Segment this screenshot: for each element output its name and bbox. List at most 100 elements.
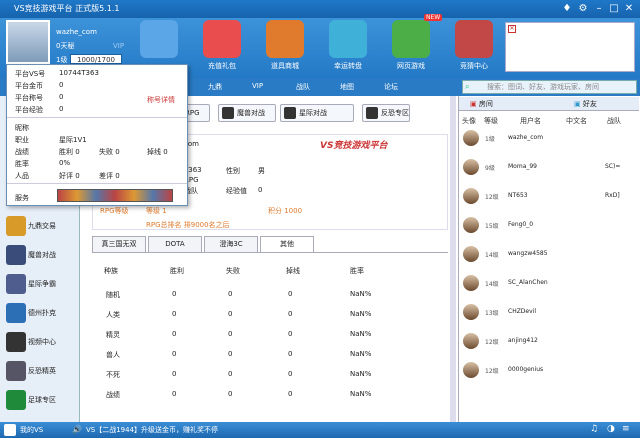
minimize-icon[interactable]: –: [592, 2, 606, 16]
nav-item-2[interactable]: 战队: [296, 82, 310, 92]
sub-tab-2[interactable]: 澄海3C: [204, 236, 258, 252]
vip-badge[interactable]: VIP: [113, 42, 124, 50]
left-menu-item-3[interactable]: 德州扑克: [0, 299, 80, 327]
music-icon[interactable]: ♫: [590, 424, 598, 434]
table-header-2: 失败: [226, 267, 240, 275]
tab-friends-label: 好友: [582, 100, 597, 108]
table-header-1: 胜利: [170, 267, 184, 275]
stats-label: 战绩: [15, 148, 29, 156]
table-cell: 战绩: [106, 391, 120, 399]
sub-tab-0[interactable]: 真三国无双: [92, 236, 146, 252]
popup-value-0: 10744T363: [59, 69, 99, 77]
left-menu-item-2[interactable]: 星际争霸: [0, 270, 80, 298]
menu-icon[interactable]: ≡: [622, 424, 630, 434]
toolbar-label-1: 充值礼包: [208, 62, 236, 70]
user-name[interactable]: wangzw4585: [508, 250, 548, 257]
table-cell: 0: [288, 370, 293, 378]
scrollbar[interactable]: [450, 96, 456, 422]
divider: [7, 183, 187, 184]
winrate-value: 0%: [59, 159, 71, 167]
left-menu-item-4[interactable]: 视频中心: [0, 328, 80, 356]
tab-room[interactable]: ▣ 房间: [470, 97, 493, 111]
user-name[interactable]: CHZDevil: [508, 308, 536, 315]
nav-item-0[interactable]: 九鼎: [208, 82, 222, 92]
search-input[interactable]: 搜索：图词、好友、游戏玩家、房间: [462, 80, 637, 94]
gold-count: 0天秘: [56, 42, 75, 50]
nav-item-3[interactable]: 地图: [340, 82, 354, 92]
win-count: 胜利 0: [59, 148, 80, 156]
user-name[interactable]: SC_AlanChen: [508, 279, 548, 286]
toolbar-label-4: 网页游戏: [397, 62, 425, 70]
close-icon[interactable]: ✕: [508, 25, 516, 33]
toolbar-item-2[interactable]: 道具商城: [256, 20, 314, 72]
toolbar-icon-2: [266, 20, 304, 58]
game-tab-1[interactable]: 魔兽对战: [218, 104, 276, 122]
left-menu-item-5[interactable]: 反恐精英: [0, 357, 80, 385]
table-cell: 0: [228, 310, 233, 318]
user-avatar[interactable]: [463, 362, 479, 378]
nav-item-4[interactable]: 论坛: [384, 82, 398, 92]
user-level: 12级: [485, 368, 499, 375]
user-avatar[interactable]: [463, 304, 479, 320]
table-cell: 0: [172, 350, 177, 358]
restore-icon[interactable]: □: [607, 2, 621, 16]
table-cell: 兽人: [106, 351, 120, 359]
user-avatar[interactable]: [463, 130, 479, 146]
user-icon[interactable]: ♦: [560, 2, 574, 16]
user-avatar[interactable]: [463, 217, 479, 233]
close-icon[interactable]: ✕: [622, 2, 636, 16]
rep-label: 人品: [15, 172, 29, 180]
winrate-label: 胜率: [15, 160, 29, 168]
popup-key-1: 平台金币: [15, 82, 43, 90]
tab-friends[interactable]: ▣ 好友: [574, 97, 597, 111]
toolbar-item-3[interactable]: 幸运转盘: [319, 20, 377, 72]
user-level: 1级: [485, 136, 495, 143]
sub-tab-1[interactable]: DOTA: [148, 236, 202, 252]
user-team: RxD]: [605, 192, 620, 199]
user-avatar[interactable]: [463, 159, 479, 175]
sound-icon[interactable]: ◑: [607, 424, 615, 434]
service-icons[interactable]: [57, 189, 173, 202]
my-vs-link[interactable]: 我的VS: [20, 425, 43, 435]
left-menu-item-6[interactable]: 足球专区: [0, 386, 80, 414]
table-cell: 0: [288, 350, 293, 358]
user-avatar[interactable]: [463, 246, 479, 262]
user-name[interactable]: Moma_99: [508, 163, 537, 170]
gear-icon[interactable]: ⚙: [576, 2, 590, 16]
table-cell: NaN%: [350, 330, 372, 338]
left-menu-label-0: 九鼎交易: [28, 222, 56, 230]
game-tab-2[interactable]: 星际对战: [280, 104, 354, 122]
sub-tab-3[interactable]: 其他: [260, 236, 314, 252]
speaker-icon: 🔊: [72, 425, 82, 434]
user-name[interactable]: 0000genius: [508, 366, 543, 373]
user-avatar[interactable]: [463, 188, 479, 204]
left-menu-label-4: 视频中心: [28, 338, 56, 346]
user-name[interactable]: wazhe_com: [508, 134, 543, 141]
user-name[interactable]: Feng0_0: [508, 221, 533, 228]
vs-home-icon[interactable]: [4, 424, 16, 436]
user-avatar[interactable]: [463, 333, 479, 349]
nav-item-1[interactable]: VIP: [252, 82, 263, 90]
toolbar-icon-5: [455, 20, 493, 58]
toolbar-item-5[interactable]: 竞猜中心: [445, 20, 503, 72]
user-name[interactable]: anjing412: [508, 337, 538, 344]
table-cell: NaN%: [350, 290, 372, 298]
game-tab-label-1: 魔兽对战: [237, 109, 265, 117]
title-detail-link[interactable]: 称号详情: [147, 95, 175, 105]
left-menu-item-1[interactable]: 魔兽对战: [0, 241, 80, 269]
table-cell: 0: [172, 330, 177, 338]
user-avatar[interactable]: [463, 275, 479, 291]
toolbar-item-4[interactable]: 网页游戏: [382, 20, 440, 72]
game-tab-3[interactable]: 反恐专区: [362, 104, 410, 122]
avatar[interactable]: [6, 20, 50, 64]
left-menu-item-0[interactable]: 九鼎交易: [0, 212, 80, 240]
flee-count: 掉线 0: [147, 148, 168, 156]
table-cell: 0: [288, 310, 293, 318]
exp-label: 经验值: [226, 187, 247, 195]
lose-count: 失败 0: [99, 148, 120, 156]
toolbar-item-1[interactable]: 充值礼包: [193, 20, 251, 72]
user-name[interactable]: NT653: [508, 192, 528, 199]
news-ticker[interactable]: VS【二战1944】升级送金币，赚礼奖不停: [86, 425, 218, 435]
table-cell: 0: [172, 290, 177, 298]
table-cell: NaN%: [350, 310, 372, 318]
